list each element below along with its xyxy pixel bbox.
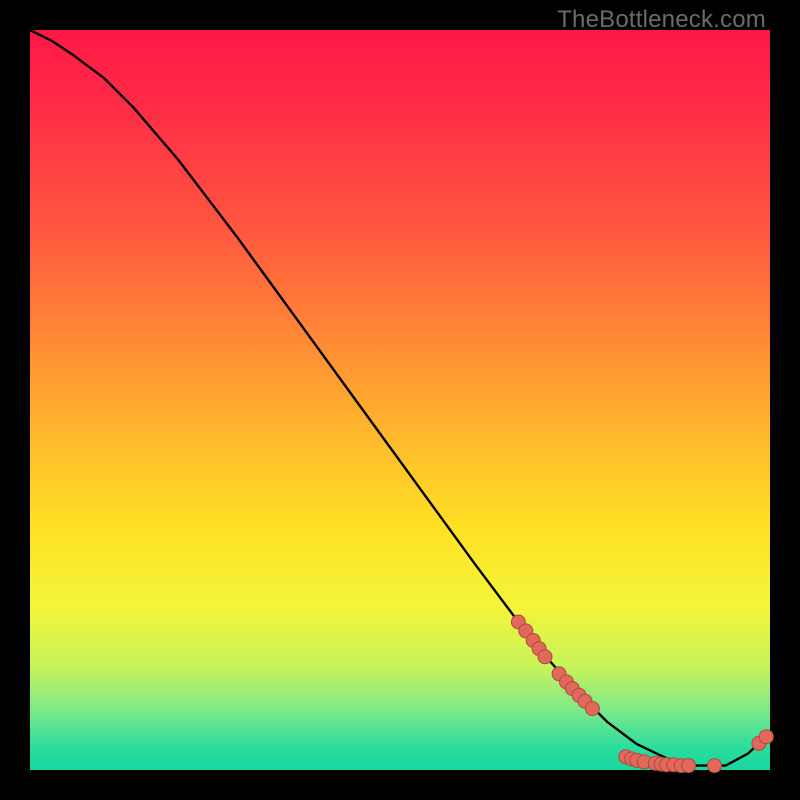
data-points-group (511, 615, 773, 773)
data-point-p21 (682, 759, 696, 773)
chart-frame: TheBottleneck.com (0, 0, 800, 800)
chart-svg (30, 30, 770, 770)
data-point-p11 (585, 702, 599, 716)
data-point-p5 (538, 650, 552, 664)
data-point-p24 (759, 730, 773, 744)
bottleneck-curve (30, 30, 770, 766)
plot-area (30, 30, 770, 770)
data-point-p22 (708, 759, 722, 773)
